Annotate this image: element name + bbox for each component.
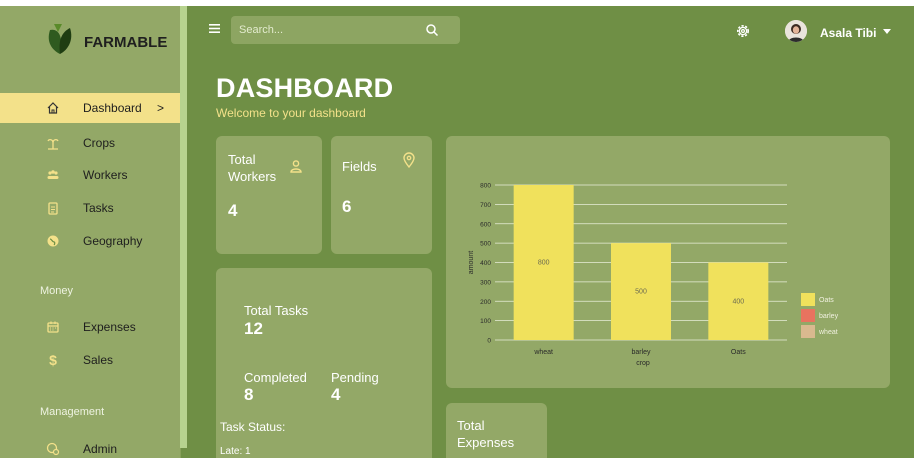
x-axis-label: crop (636, 360, 650, 367)
legend-label: barley (819, 313, 839, 320)
page-subtitle: Welcome to your dashboard (216, 106, 366, 120)
sidebar-item-label: Sales (83, 353, 114, 367)
sidebar-item-label: Workers (83, 168, 128, 182)
sidebar-item-label: Admin (83, 442, 118, 456)
crops-chart-card: 0 100 200 300 400 500 600 700 800 800 wheat 500 barl… (446, 136, 890, 388)
legend-label: Oats (819, 297, 834, 304)
sidebar-scrollbar[interactable] (180, 6, 187, 448)
clipboard-icon (45, 200, 61, 216)
sidebar-item-label: Geography (83, 234, 143, 248)
gear-icon[interactable] (735, 23, 751, 39)
pending-value: 4 (331, 385, 341, 404)
page-title: DASHBOARD (216, 73, 394, 103)
y-tick-label: 400 (480, 260, 491, 267)
search-input[interactable] (239, 22, 414, 38)
x-tick-label: barley (631, 349, 651, 356)
location-pin-icon (403, 152, 415, 168)
avatar[interactable] (785, 20, 807, 42)
tasks-card: Total Tasks 12 Completed 8 Pending 4 Tas… (216, 268, 432, 458)
y-axis-label: amount (468, 251, 475, 274)
y-tick-label: 0 (487, 338, 491, 345)
section-label-management: Management (40, 406, 105, 418)
bar-value-label: 800 (538, 260, 550, 267)
legend-swatch (801, 309, 815, 322)
chevron-down-icon[interactable] (883, 29, 891, 34)
total-expenses-card: Total Expenses (446, 403, 547, 458)
card-label-line: Workers (228, 169, 277, 184)
legend-label: wheat (818, 329, 838, 336)
sidebar-item-label: Crops (83, 136, 116, 150)
sidebar-item-geography[interactable]: Geography (0, 226, 180, 256)
crops-bar-chart: 0 100 200 300 400 500 600 700 800 800 wheat 500 barl… (468, 183, 839, 368)
card-label-line: Expenses (457, 435, 515, 450)
y-tick-label: 800 (480, 183, 491, 190)
sidebar-item-tasks[interactable]: Tasks (0, 193, 180, 223)
fields-card: Fields 6 (331, 136, 432, 254)
search-icon[interactable] (425, 23, 439, 37)
card-label: Fields (342, 159, 377, 174)
y-tick-label: 500 (480, 241, 491, 248)
y-tick-label: 300 (480, 279, 491, 286)
card-value: 4 (228, 201, 238, 220)
sidebar-item-admin[interactable]: Admin (0, 434, 180, 458)
sidebar-item-expenses[interactable]: Expenses (0, 312, 180, 342)
admin-icon (45, 441, 61, 457)
card-label: Total Expenses (457, 417, 514, 451)
total-tasks-value: 12 (244, 319, 263, 338)
sidebar-item-dashboard[interactable]: Dashboard > (0, 93, 180, 123)
card-label-line: Total (457, 418, 485, 433)
bar-value-label: 500 (635, 289, 647, 296)
user-name[interactable]: Asala Tibi (820, 26, 876, 40)
dollar-icon: $ (49, 352, 57, 368)
user-icon (290, 160, 302, 173)
brand-name[interactable]: FARMABLE (84, 34, 167, 51)
completed-label: Completed (244, 370, 307, 385)
chevron-right-icon: > (157, 101, 165, 115)
card-label: Total Workers (228, 151, 276, 185)
section-label-money: Money (40, 285, 74, 297)
x-tick-label: Oats (731, 349, 746, 356)
logo-icon (48, 24, 72, 54)
x-tick-label: wheat (533, 349, 553, 356)
task-status-label: Task Status: (220, 420, 286, 434)
total-workers-card: Total Workers 4 (216, 136, 322, 254)
completed-value: 8 (244, 385, 254, 404)
sidebar-item-workers[interactable]: Workers (0, 160, 180, 190)
legend-swatch (801, 325, 815, 338)
sidebar-item-crops[interactable]: Crops (0, 128, 180, 158)
y-tick-label: 700 (480, 202, 491, 209)
home-icon (45, 100, 61, 116)
y-tick-label: 100 (480, 318, 491, 325)
pending-label: Pending (331, 370, 379, 385)
hamburger-menu-icon[interactable] (209, 24, 220, 33)
bar-value-label: 400 (732, 298, 744, 305)
people-icon (45, 167, 61, 183)
sidebar-item-label: Dashboard (83, 101, 142, 115)
card-value: 6 (342, 197, 352, 216)
sidebar-item-label: Tasks (83, 201, 114, 215)
total-tasks-label: Total Tasks (244, 303, 309, 318)
y-tick-label: 200 (480, 299, 491, 306)
y-tick-label: 600 (480, 221, 491, 228)
late-status: Late: 1 (220, 446, 251, 457)
sidebar-item-sales[interactable]: $ Sales (0, 345, 180, 375)
sidebar-item-label: Expenses (83, 320, 136, 334)
sprout-icon (45, 135, 61, 151)
card-label-line: Total (228, 152, 256, 167)
search-bar (231, 16, 460, 44)
globe-icon (45, 233, 61, 249)
legend-swatch (801, 293, 815, 306)
calendar-icon (45, 319, 61, 335)
